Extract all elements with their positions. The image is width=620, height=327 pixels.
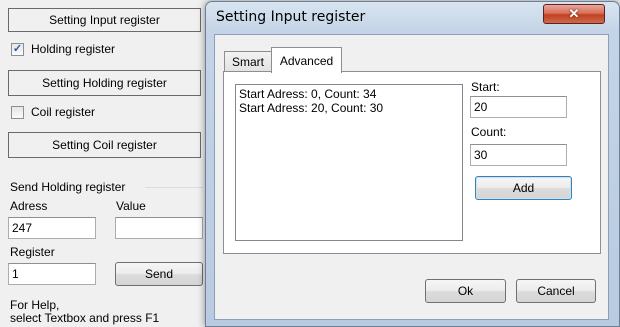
add-button[interactable]: Add [475,176,572,200]
help-text-line2: select Textbox and press F1 [10,311,160,325]
setting-input-register-dialog: Setting Input register ✕ Smart Advanced … [205,1,620,327]
value-label: Value [116,199,146,213]
start-label: Start: [471,80,500,94]
setting-input-register-button[interactable]: Setting Input register [8,8,201,32]
dialog-client-area: Smart Advanced Start Adress: 0, Count: 3… [214,34,609,320]
coil-register-label: Coil register [31,105,96,119]
setting-holding-register-button[interactable]: Setting Holding register [8,70,201,96]
close-icon: ✕ [568,6,580,21]
tab-advanced[interactable]: Advanced [271,47,342,73]
close-button[interactable]: ✕ [543,4,605,24]
holding-register-checkbox[interactable]: ✓ [11,43,24,56]
list-item[interactable]: Start Adress: 20, Count: 30 [239,101,459,115]
value-input[interactable] [115,217,203,239]
coil-register-checkbox[interactable] [11,106,24,119]
start-input[interactable]: 20 [470,96,567,118]
register-input[interactable]: 1 [8,263,96,285]
setting-coil-register-button[interactable]: Setting Coil register [8,132,201,158]
tab-smart[interactable]: Smart [224,51,271,72]
adress-input[interactable]: 247 [8,217,96,239]
group-divider [145,187,203,188]
send-holding-register-label: Send Holding register [10,180,126,194]
send-button[interactable]: Send [115,262,203,286]
ok-button[interactable]: Ok [425,279,506,303]
count-label: Count: [471,125,507,139]
holding-register-label: Holding register [31,42,116,56]
count-input[interactable]: 30 [470,144,567,166]
cancel-button[interactable]: Cancel [516,279,596,303]
advanced-tab-panel: Start Adress: 0, Count: 34 Start Adress:… [223,71,601,254]
checkmark-icon: ✓ [12,43,23,55]
register-label: Register [10,245,55,259]
dialog-title: Setting Input register [216,9,366,25]
adress-label: Adress [10,199,48,213]
register-range-list[interactable]: Start Adress: 0, Count: 34 Start Adress:… [235,84,463,241]
list-item[interactable]: Start Adress: 0, Count: 34 [239,87,459,101]
